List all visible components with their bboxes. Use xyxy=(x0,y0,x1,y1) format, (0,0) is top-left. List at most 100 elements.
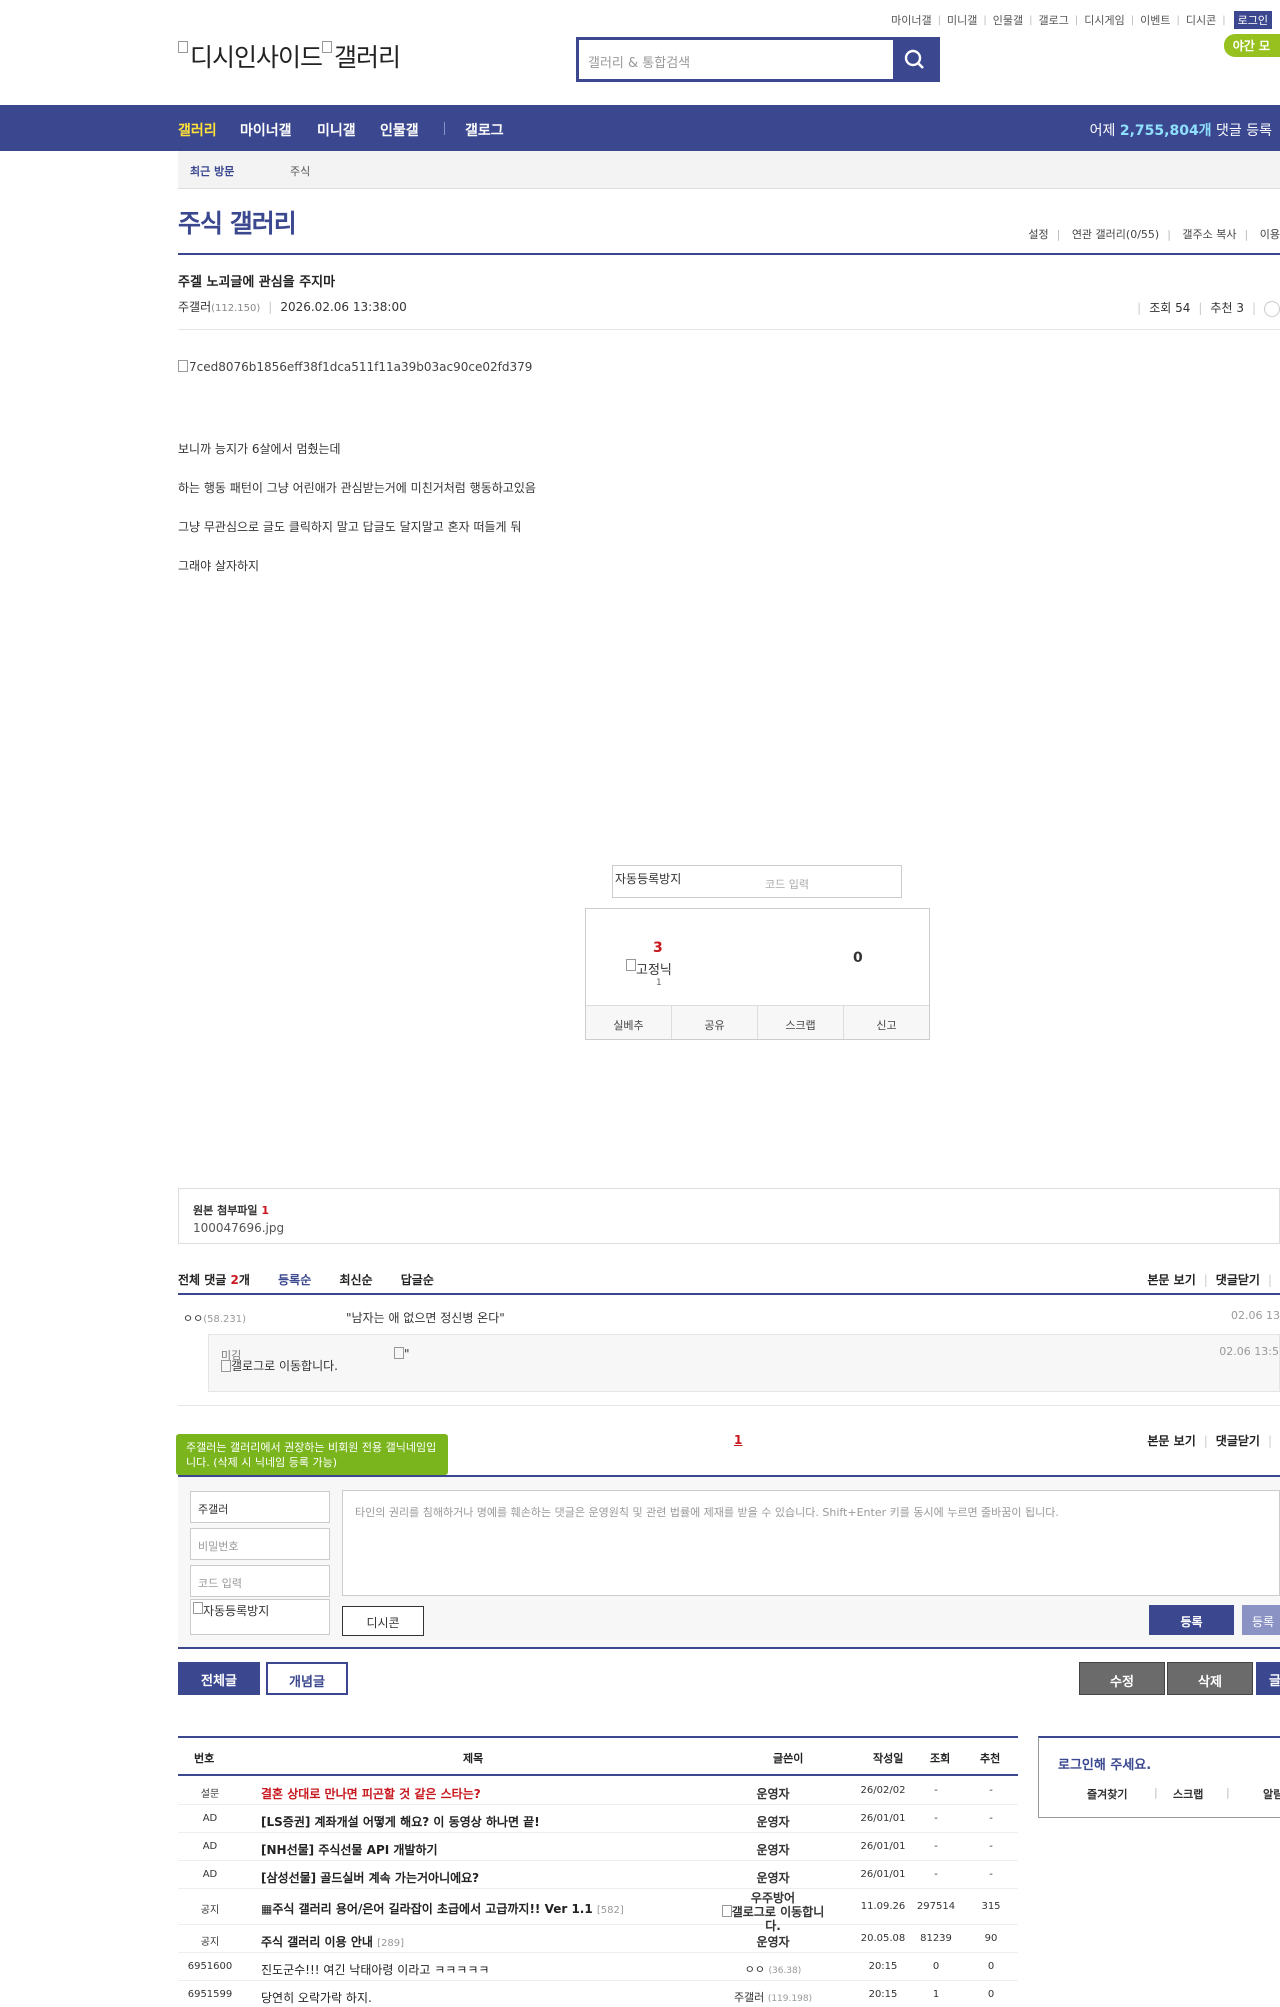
recommend-up-count: 3 xyxy=(653,940,663,956)
post-image-alt: 7ced8076b1856eff38f1dca511f11a39b03ac90c… xyxy=(189,360,533,374)
settings-link[interactable]: 설정 xyxy=(1028,228,1048,241)
recent-visit-title[interactable]: 최근 방문 xyxy=(190,163,234,179)
best-recommend-button[interactable]: 실베추 xyxy=(586,1006,672,1039)
recent-visit-item[interactable]: 주식 xyxy=(290,163,310,179)
favorites-link[interactable]: 즐겨찾기 xyxy=(1087,1786,1127,1802)
table-row[interactable]: 6951599 당연히 오락가락 하지. 주갤러 (119.198) 20:15 1 0 xyxy=(178,1981,1018,2007)
site-logo[interactable]: 디시인사이드 갤러리 xyxy=(178,38,401,74)
usage-link[interactable]: 이용 xyxy=(1260,228,1280,241)
attachment-file[interactable]: 100047696.jpg xyxy=(193,1221,284,1235)
edit-button[interactable]: 수정 xyxy=(1079,1662,1165,1695)
password-field[interactable]: 비밀번호 xyxy=(190,1528,330,1560)
search-button[interactable] xyxy=(893,40,937,79)
recommend-box: 3 고정닉 1 0 실베추 공유 스크랩 신고 xyxy=(585,908,930,1040)
delete-button[interactable]: 삭제 xyxy=(1167,1662,1253,1695)
view-body-link-2[interactable]: 본문 보기 xyxy=(1147,1434,1195,1448)
post-body-line: 보니까 능지가 6살에서 멈췄는데 xyxy=(178,442,341,456)
alarm-link[interactable]: 알림 xyxy=(1263,1786,1280,1802)
post-stats: | 조회 54 | 추천 3 | xyxy=(1129,299,1280,317)
nav-gallery[interactable]: 갤러리 xyxy=(178,120,217,140)
related-gallery-link[interactable]: 연관 갤러리(0/55) xyxy=(1072,228,1159,241)
post-link[interactable]: 진도군수!!! 여긴 낙태아령 이라고 ㅋㅋㅋㅋㅋ xyxy=(261,1961,489,1978)
post-image[interactable]: 7ced8076b1856eff38f1dca511f11a39b03ac90c… xyxy=(178,360,532,374)
util-link-minor[interactable]: 마이너갤 xyxy=(891,12,931,28)
search-input[interactable]: 갤러리 & 통합검색 xyxy=(588,52,690,71)
col-number: 번호 xyxy=(194,1752,215,1765)
scrap-button[interactable]: 스크랩 xyxy=(758,1006,844,1039)
comment-page-1[interactable]: 1 xyxy=(734,1433,742,1447)
broken-image-icon xyxy=(193,1602,203,1614)
view-body-link[interactable]: 본문 보기 xyxy=(1147,1273,1195,1287)
main-nav: 갤러리 마이너갤 미니갤 인물갤 갤로그 어제 2,755,804개 댓글 등록 xyxy=(0,105,1280,151)
table-row[interactable]: AD [삼성선물] 골드실버 계속 가는거아니에요? 운영자 26/01/01- - xyxy=(178,1861,1018,1889)
post-link[interactable]: [LS증권] 계좌개설 어떻게 해요? 이 동영상 하나면 끝! xyxy=(261,1813,540,1830)
write-button[interactable]: 글 xyxy=(1256,1662,1280,1695)
reply-image: " xyxy=(394,1347,410,1361)
col-views: 조회 xyxy=(930,1752,951,1765)
report-button[interactable]: 신고 xyxy=(844,1006,929,1039)
reply-date: 02.06 13:5 xyxy=(1219,1345,1279,1358)
util-link-mini[interactable]: 미니갤 xyxy=(947,12,977,28)
close-comments-link[interactable]: 댓글닫기 xyxy=(1216,1273,1260,1287)
nav-mini[interactable]: 미니갤 xyxy=(317,120,356,140)
writer-nick[interactable]: 주갤러 xyxy=(178,300,211,314)
more-circle-icon[interactable] xyxy=(1264,300,1280,317)
post-link[interactable]: 결혼 상대로 만나면 피곤할 것 같은 스타는? xyxy=(261,1785,481,1802)
dccon-button[interactable]: 디시콘 xyxy=(342,1606,424,1636)
post-link[interactable]: 주식 갤러리 이용 안내 [289] xyxy=(261,1933,404,1950)
captcha-input[interactable]: 코드 입력 xyxy=(765,876,809,892)
login-prompt[interactable]: 로그인해 주세요. xyxy=(1058,1754,1151,1773)
post-link[interactable]: [삼성선물] 골드실버 계속 가는거아니에요? xyxy=(261,1869,479,1886)
table-row[interactable]: 6951600 진도군수!!! 여긴 낙태아령 이라고 ㅋㅋㅋㅋㅋ ㅇㅇ (36.… xyxy=(178,1953,1018,1981)
sort-latest[interactable]: 최신순 xyxy=(339,1273,372,1287)
table-row[interactable]: AD [LS증권] 계좌개설 어떻게 해요? 이 동영상 하나면 끝! 운영자 26… xyxy=(178,1805,1018,1833)
post-link[interactable]: 당연히 오락가락 하지. xyxy=(261,1989,372,2006)
comment-author[interactable]: ㅇㅇ(58.231) xyxy=(183,1310,246,1326)
copy-url-link[interactable]: 갤주소 복사 xyxy=(1182,228,1236,241)
comment-submit-recommend-button[interactable]: 등록 xyxy=(1242,1605,1280,1635)
comment-submit-button[interactable]: 등록 xyxy=(1149,1605,1234,1635)
post-date: 2026.02.06 13:38:00 xyxy=(280,300,407,314)
recommend-down-count: 0 xyxy=(853,950,863,966)
table-row[interactable]: 공지 ▦주식 갤러리 용어/은어 길라잡이 초급에서 고급까지!! Ver 1.1… xyxy=(178,1889,1018,1933)
nav-minor[interactable]: 마이너갤 xyxy=(240,120,292,140)
comments-header: 전체 댓글 2개 등록순 최신순 답글순 xyxy=(178,1273,434,1287)
post-body-line: 하는 행동 패턴이 그냥 어린애가 관심받는거에 미친거처럼 행동하고있음 xyxy=(178,481,536,495)
all-posts-button[interactable]: 전체글 xyxy=(178,1662,260,1695)
nick-field[interactable]: 주갤러 xyxy=(190,1491,330,1523)
broken-image-icon xyxy=(178,360,188,372)
nav-gallog[interactable]: 갤로그 xyxy=(465,120,504,140)
nav-person[interactable]: 인물갤 xyxy=(380,120,419,140)
gallery-title[interactable]: 주식 갤러리 xyxy=(178,204,297,240)
search-box[interactable]: 갤러리 & 통합검색 xyxy=(576,37,940,82)
nick-tooltip: 주갤러는 갤러리에서 권장하는 비회원 전용 갤닉네임입니다. (삭제 시 닉네… xyxy=(176,1434,448,1475)
sort-registered[interactable]: 등록순 xyxy=(278,1273,311,1287)
util-link-gallog[interactable]: 갤로그 xyxy=(1039,12,1069,28)
share-button[interactable]: 공유 xyxy=(672,1006,758,1039)
util-link-game[interactable]: 디시게임 xyxy=(1084,12,1124,28)
comment-text: "남자는 애 없으면 정신병 온다" xyxy=(346,1311,505,1325)
writer-ip: (112.150) xyxy=(211,303,261,314)
table-row[interactable]: AD [NH선물] 주식선물 API 개발하기 운영자 26/01/01- - xyxy=(178,1833,1018,1861)
comment-textarea[interactable]: 타인의 권리를 침해하거나 명예를 훼손하는 댓글은 운영원칙 및 관련 법률에… xyxy=(342,1490,1280,1596)
post-link[interactable]: [NH선물] 주식선물 API 개발하기 xyxy=(261,1841,438,1858)
reply-gallog-link[interactable]: 갤로그로 이동합니다. xyxy=(221,1360,351,1373)
col-date: 작성일 xyxy=(873,1752,904,1765)
post-title: 주겔 노괴글에 관심을 주지마 xyxy=(178,275,336,290)
col-recommend: 추천 xyxy=(980,1752,1001,1765)
code-field[interactable]: 코드 입력 xyxy=(190,1565,330,1597)
util-link-dccon[interactable]: 디시콘 xyxy=(1186,12,1216,28)
post-link[interactable]: ▦주식 갤러리 용어/은어 길라잡이 초급에서 고급까지!! Ver 1.1 [… xyxy=(261,1900,624,1917)
recent-visit-bar: 최근 방문 주식 xyxy=(178,151,1280,189)
table-row[interactable]: 설문 결혼 상대로 만나면 피곤할 것 같은 스타는? 운영자 26/02/02- - xyxy=(178,1777,1018,1805)
login-button[interactable]: 로그인 xyxy=(1233,11,1272,29)
util-link-event[interactable]: 이벤트 xyxy=(1140,12,1170,28)
comments-header-right: 본문 보기 | 댓글닫기 | xyxy=(1147,1273,1272,1287)
table-row[interactable]: 공지 주식 갤러리 이용 안내 [289] 운영자 20.05.08 81239 90 xyxy=(178,1925,1018,1953)
best-posts-button[interactable]: 개념글 xyxy=(266,1662,348,1695)
util-link-person[interactable]: 인물갤 xyxy=(993,12,1023,28)
scrap-link[interactable]: 스크랩 xyxy=(1173,1786,1203,1802)
sort-reply[interactable]: 답글순 xyxy=(401,1273,434,1287)
close-comments-link-2[interactable]: 댓글닫기 xyxy=(1216,1434,1260,1448)
night-mode-toggle[interactable]: 야간 모 xyxy=(1223,34,1280,57)
